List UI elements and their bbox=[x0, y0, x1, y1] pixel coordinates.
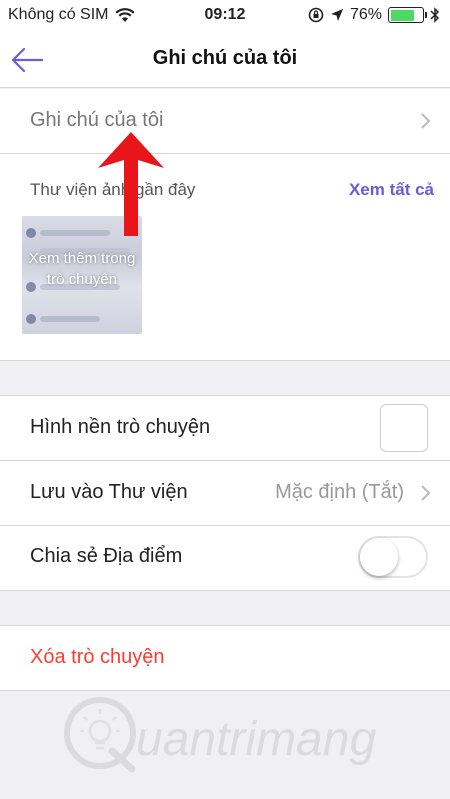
save-to-library-value: Mặc định (Tắt) bbox=[275, 481, 404, 503]
save-to-library-row[interactable]: Lưu vào Thư viện Mặc định (Tắt) bbox=[0, 461, 450, 525]
chevron-right-icon bbox=[421, 113, 431, 129]
delete-chat-row[interactable]: Xóa trò chuyện bbox=[0, 626, 450, 690]
my-notes-row[interactable]: Ghi chú của tôi bbox=[0, 89, 450, 153]
save-to-library-label: Lưu vào Thư viện bbox=[30, 481, 188, 503]
background-preview-box[interactable] bbox=[380, 404, 428, 452]
quantrimang-watermark: uantrimang bbox=[64, 697, 376, 773]
chat-background-row[interactable]: Hình nền trò chuyện bbox=[0, 396, 450, 460]
watermark-text: uantrimang bbox=[136, 713, 376, 766]
share-location-toggle[interactable] bbox=[358, 536, 428, 578]
battery-percent: 76% bbox=[349, 6, 382, 23]
chevron-right-icon bbox=[421, 485, 431, 501]
page-title: Ghi chú của tôi bbox=[152, 47, 298, 69]
annotation-arrow bbox=[98, 132, 164, 236]
status-bar: Không có SIM 09:12 76% bbox=[0, 0, 450, 32]
toggle-knob bbox=[360, 538, 398, 576]
my-notes-label: Ghi chú của tôi bbox=[30, 109, 164, 131]
battery-icon bbox=[388, 7, 427, 23]
location-icon bbox=[330, 9, 343, 21]
bluetooth-icon bbox=[430, 7, 440, 23]
chat-background-label: Hình nền trò chuyện bbox=[30, 416, 211, 438]
navigation-bar: Ghi chú của tôi bbox=[0, 32, 450, 88]
recent-photos-section: Thư viện ảnh gần đây Xem tất cả Xem thêm… bbox=[0, 154, 450, 360]
see-all-link[interactable]: Xem tất cả bbox=[349, 180, 434, 200]
share-location-row: Chia sẻ Địa điểm bbox=[0, 526, 450, 590]
orientation-lock-icon bbox=[308, 7, 324, 23]
delete-chat-label: Xóa trò chuyện bbox=[30, 646, 165, 668]
share-location-label: Chia sẻ Địa điểm bbox=[30, 545, 183, 567]
see-more-overlay: Xem thêm trong trò chuyện bbox=[28, 250, 136, 288]
